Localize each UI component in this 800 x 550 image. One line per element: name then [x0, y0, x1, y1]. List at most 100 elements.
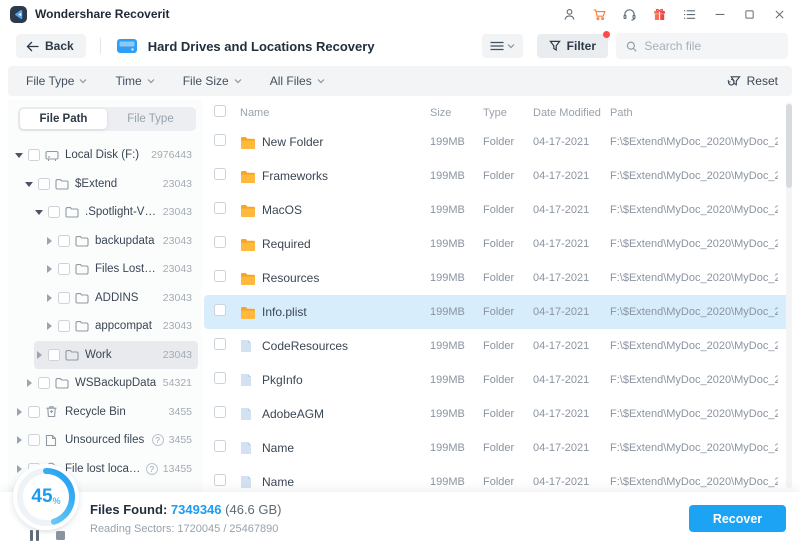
tree-item-addins[interactable]: ADDINS 23043 [44, 284, 198, 313]
search-input[interactable] [644, 39, 778, 53]
filter-pill-file-size[interactable]: File Size [183, 74, 242, 88]
filter-button[interactable]: Filter [536, 31, 610, 58]
filter-pill-file-type[interactable]: File Type [26, 74, 87, 88]
row-checkbox[interactable] [214, 406, 226, 418]
expand-arrow-icon[interactable] [44, 293, 53, 302]
tree-checkbox[interactable] [28, 149, 40, 162]
sidebar-tab-file-type[interactable]: File Type [107, 109, 194, 129]
support-icon[interactable] [621, 6, 638, 23]
tree-checkbox[interactable] [28, 434, 40, 447]
tree-checkbox[interactable] [58, 291, 70, 304]
folder-icon [75, 263, 90, 275]
column-header-type[interactable]: Type [483, 107, 533, 119]
cart-icon[interactable] [591, 6, 608, 23]
expand-arrow-icon[interactable] [34, 350, 43, 359]
tree-checkbox[interactable] [58, 320, 70, 333]
tree-item--extend[interactable]: $Extend 23043 [24, 170, 198, 199]
tree-checkbox[interactable] [28, 405, 40, 418]
search-box[interactable] [616, 33, 788, 59]
expand-arrow-icon[interactable] [44, 265, 53, 274]
tree-checkbox[interactable] [48, 206, 60, 219]
table-row[interactable]: Frameworks 199MB Folder 04-17-2021 F:\$Exten… [204, 159, 792, 193]
row-checkbox[interactable] [214, 338, 226, 350]
table-row[interactable]: Name 199MB Folder 04-17-2021 F:\$Extend\MyDo… [204, 431, 792, 465]
filter-pill-all-files[interactable]: All Files [270, 74, 325, 88]
tree-item-local-disk-f-[interactable]: Local Disk (F:) 2976443 [14, 141, 198, 170]
help-icon[interactable]: ? [145, 462, 158, 475]
expand-arrow-icon[interactable] [24, 379, 33, 388]
row-checkbox[interactable] [214, 372, 226, 384]
row-checkbox[interactable] [214, 304, 226, 316]
view-mode-button[interactable] [481, 34, 523, 58]
stop-button[interactable] [56, 531, 65, 540]
row-date: 04-17-2021 [533, 408, 590, 420]
table-row[interactable]: Info.plist 199MB Folder 04-17-2021 F:\$Exten… [204, 295, 792, 329]
row-size: 199MB [430, 442, 465, 454]
tree-item-files-lost-origri-[interactable]: Files Lost Origri... 23043 [44, 255, 198, 284]
close-button[interactable] [771, 6, 788, 23]
table-row[interactable]: Required 199MB Folder 04-17-2021 F:\$Extend\… [204, 227, 792, 261]
folder-icon [65, 349, 80, 361]
tree-checkbox[interactable] [48, 348, 60, 361]
table-row[interactable]: MacOS 199MB Folder 04-17-2021 F:\$Extend\MyD… [204, 193, 792, 227]
menu-icon[interactable] [681, 6, 698, 23]
tree-item-count: 23043 [162, 177, 192, 190]
table-row[interactable]: Resources 199MB Folder 04-17-2021 F:\$Extend… [204, 261, 792, 295]
collapse-arrow-icon[interactable] [14, 152, 23, 159]
maximize-button[interactable] [741, 6, 758, 23]
funnel-icon [548, 40, 561, 52]
tree-item-unsourced-files[interactable]: Unsourced files? 3455 [14, 426, 198, 455]
collapse-arrow-icon[interactable] [24, 181, 33, 187]
tree-item-backupdata[interactable]: backupdata 23043 [44, 227, 198, 256]
tree-item--spotlight-v10000-[interactable]: .Spotlight-V10000... 23043 [34, 198, 198, 227]
column-header-date[interactable]: Date Modified [533, 107, 610, 119]
collapse-arrow-icon[interactable] [34, 209, 43, 216]
row-checkbox[interactable] [214, 236, 226, 248]
column-header-path[interactable]: Path [610, 107, 778, 119]
tree-item-wsbackupdata[interactable]: WSBackupData 54321 [24, 369, 198, 398]
row-checkbox[interactable] [214, 134, 226, 146]
column-header-size[interactable]: Size [430, 107, 483, 119]
help-icon[interactable]: ? [151, 434, 164, 447]
row-path: F:\$Extend\MyDoc_2020\MyDoc_2020\M... [610, 272, 778, 284]
sidebar-tab-file-path[interactable]: File Path [20, 109, 107, 129]
row-path: F:\$Extend\MyDoc_2020\MyDoc_2020\M... [610, 170, 778, 182]
tree-item-recycle-bin[interactable]: Recycle Bin 3455 [14, 398, 198, 427]
table-row[interactable]: AdobeAGM 199MB Folder 04-17-2021 F:\$Extend\… [204, 397, 792, 431]
tree-checkbox[interactable] [38, 377, 50, 390]
tree-checkbox[interactable] [38, 177, 50, 190]
progress-percent: 45 [31, 486, 53, 507]
tree-checkbox[interactable] [58, 234, 70, 247]
table-row[interactable]: New Folder 199MB Folder 04-17-2021 F:\$Exten… [204, 125, 792, 159]
row-name: New Folder [262, 135, 324, 149]
file-tree: Local Disk (F:) 2976443 $Extend 23043 .Spotl… [8, 141, 202, 483]
expand-arrow-icon[interactable] [44, 322, 53, 331]
reset-button[interactable]: Reset [727, 74, 778, 88]
row-date: 04-17-2021 [533, 272, 590, 284]
column-header-name[interactable]: Name [240, 107, 430, 119]
table-row[interactable]: CodeResources 199MB Folder 04-17-2021 F:\$Ex… [204, 329, 792, 363]
back-button[interactable]: Back [16, 34, 86, 58]
doc-icon [45, 434, 60, 447]
tree-item-appcompat[interactable]: appcompat 23043 [44, 312, 198, 341]
row-checkbox[interactable] [214, 474, 226, 486]
table-row[interactable]: PkgInfo 199MB Folder 04-17-2021 F:\$Extend\M… [204, 363, 792, 397]
row-checkbox[interactable] [214, 202, 226, 214]
tree-item-work[interactable]: Work 23043 [34, 340, 198, 369]
filter-pill-time[interactable]: Time [115, 74, 155, 88]
select-all-checkbox[interactable] [214, 105, 226, 117]
tree-checkbox[interactable] [58, 263, 70, 276]
row-checkbox[interactable] [214, 270, 226, 282]
minimize-button[interactable] [711, 6, 728, 23]
account-icon[interactable] [561, 6, 578, 23]
scrollbar-thumb[interactable] [786, 104, 792, 188]
pause-button[interactable] [30, 530, 39, 541]
expand-arrow-icon[interactable] [44, 236, 53, 245]
row-checkbox[interactable] [214, 168, 226, 180]
recover-button[interactable]: Recover [689, 505, 786, 532]
gift-icon[interactable] [651, 6, 668, 23]
row-checkbox[interactable] [214, 440, 226, 452]
expand-arrow-icon[interactable] [14, 407, 23, 416]
row-path: F:\$Extend\MyDoc_2020\MyDoc_2020\M... [610, 476, 778, 488]
expand-arrow-icon[interactable] [14, 436, 23, 445]
